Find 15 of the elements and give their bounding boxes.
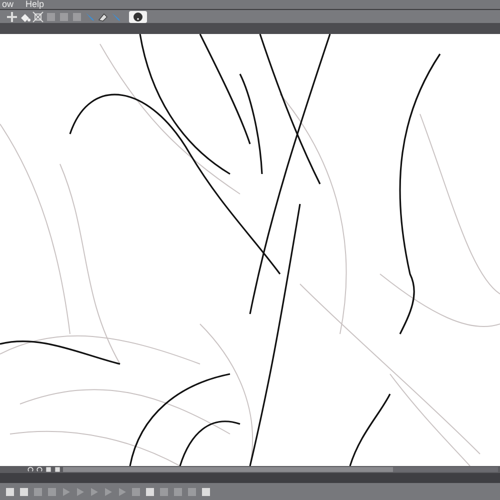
menu-item[interactable]: Help (26, 0, 44, 9)
undo-icon[interactable] (26, 466, 34, 473)
menu-item[interactable]: ow (2, 0, 14, 9)
square-icon[interactable] (200, 486, 212, 498)
redo-icon[interactable] (35, 466, 43, 473)
move-icon[interactable] (6, 10, 18, 22)
square-icon[interactable] (53, 466, 61, 473)
scrollbar-thumb[interactable] (63, 467, 393, 472)
horizontal-scrollbar[interactable] (63, 467, 498, 472)
square-icon[interactable] (44, 466, 52, 473)
help-button[interactable] (129, 10, 147, 22)
square-icon[interactable] (144, 486, 156, 498)
square-icon[interactable] (4, 486, 16, 498)
square-icon[interactable] (18, 486, 30, 498)
transform-icon[interactable] (32, 10, 44, 22)
